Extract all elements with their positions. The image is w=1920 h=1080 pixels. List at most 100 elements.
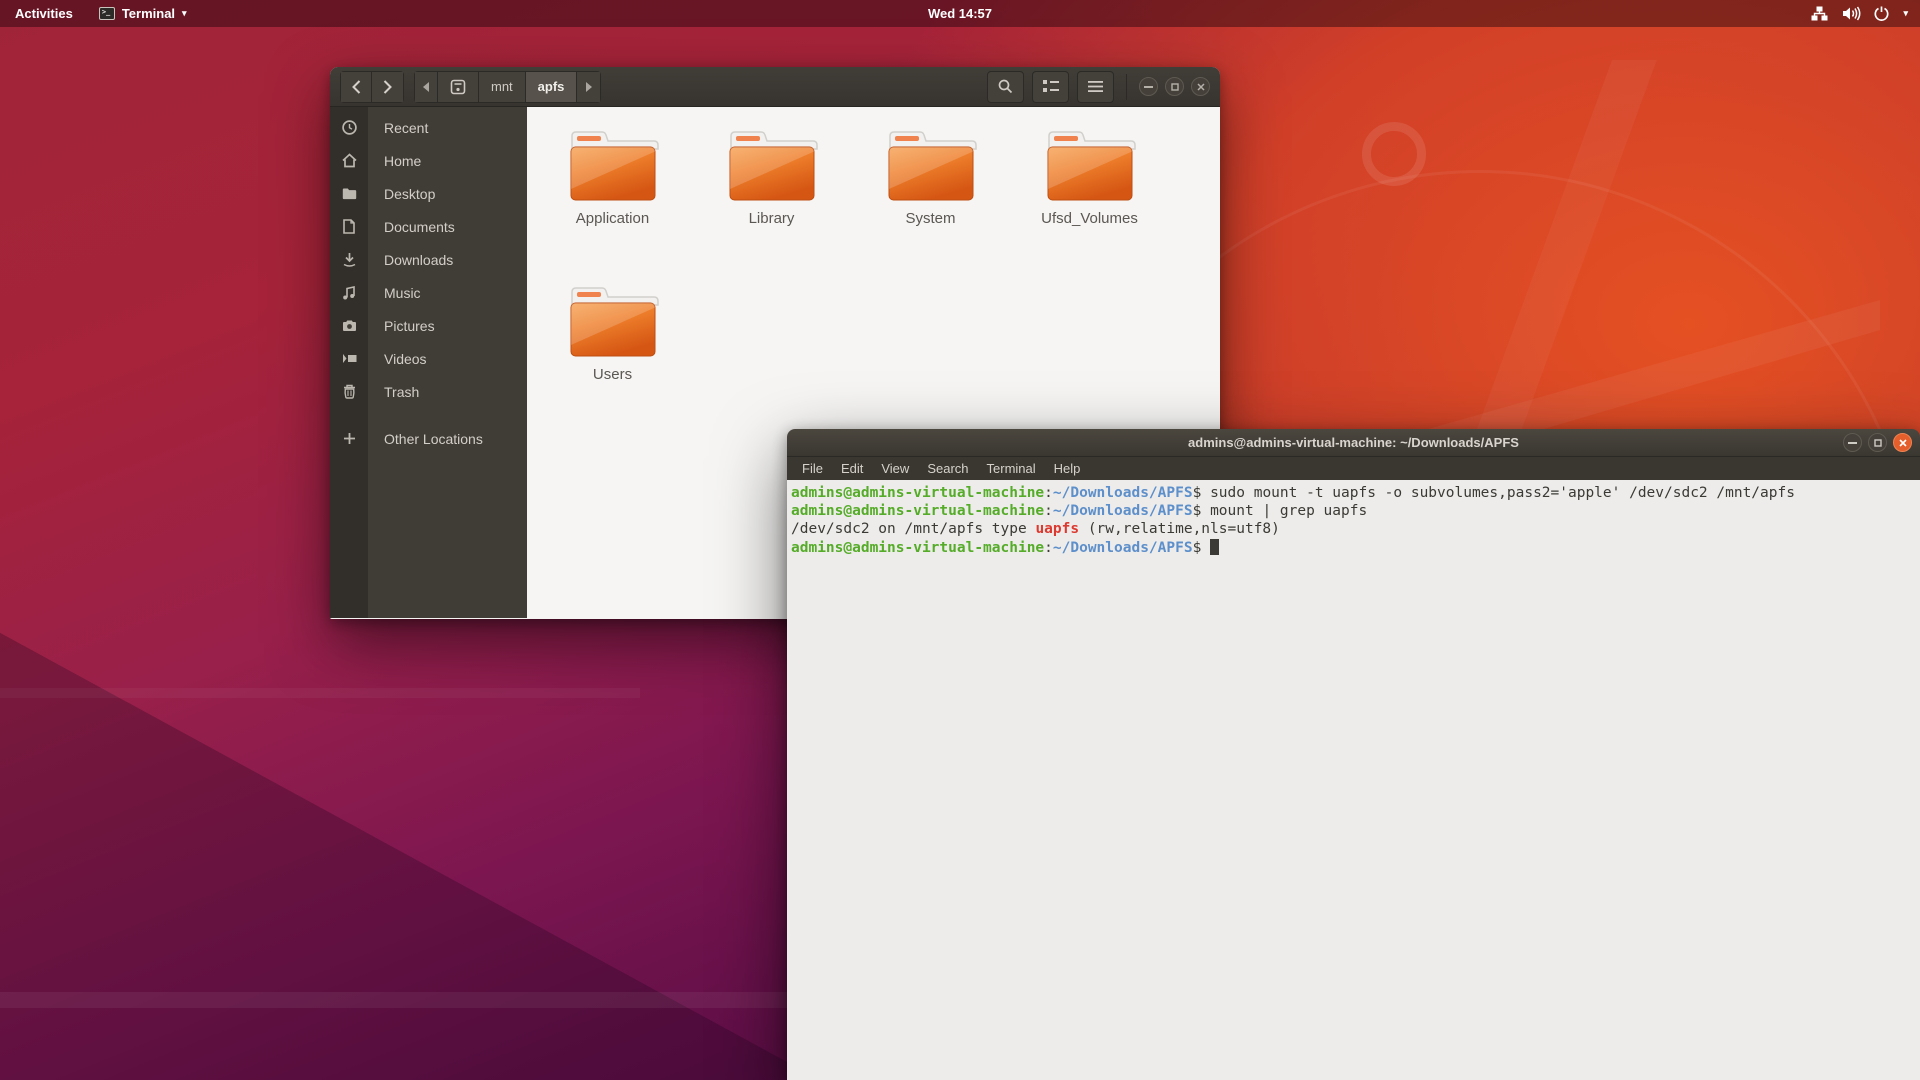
- path-segment-apfs[interactable]: apfs: [526, 71, 578, 103]
- sidebar-item-trash[interactable]: Trash: [330, 375, 527, 408]
- terminal-output[interactable]: admins@admins-virtual-machine:~/Download…: [787, 480, 1920, 1080]
- files-headerbar[interactable]: mnt apfs: [330, 67, 1220, 107]
- clock-icon: [330, 120, 368, 135]
- sidebar-item-label: Downloads: [368, 252, 453, 268]
- folder-icon: [1042, 127, 1138, 205]
- drive-harddisk-icon: [450, 79, 466, 95]
- terminal-title: admins@admins-virtual-machine: ~/Downloa…: [787, 435, 1920, 450]
- wallpaper-band: [0, 992, 800, 1008]
- terminal-menubar: File Edit View Search Terminal Help: [787, 457, 1920, 480]
- output-text: (rw,relatime,nls=utf8): [1079, 521, 1280, 537]
- prompt-dollar: $: [1193, 485, 1210, 501]
- sidebar-item-videos[interactable]: Videos: [330, 342, 527, 375]
- minimize-button[interactable]: [1843, 433, 1862, 452]
- minimize-button[interactable]: [1139, 77, 1158, 96]
- minimize-icon: [1848, 442, 1857, 444]
- terminal-line-2: admins@admins-virtual-machine:~/Download…: [791, 502, 1916, 520]
- top-bar: Activities >_ Terminal ▾ Wed 14:57 ▾: [0, 0, 1920, 27]
- network-icon: [1811, 6, 1828, 21]
- folder-icon: [724, 127, 820, 205]
- wallpaper-triangle: [0, 560, 820, 1080]
- path-segment-drive[interactable]: [438, 71, 479, 103]
- folder-item-library[interactable]: Library: [697, 127, 847, 273]
- sidebar-item-documents[interactable]: Documents: [330, 210, 527, 243]
- menu-view[interactable]: View: [872, 457, 918, 480]
- maximize-button[interactable]: [1868, 433, 1887, 452]
- sidebar-item-label: Documents: [368, 219, 455, 235]
- menu-help[interactable]: Help: [1045, 457, 1090, 480]
- menu-terminal[interactable]: Terminal: [978, 457, 1045, 480]
- menu-file[interactable]: File: [793, 457, 832, 480]
- triangle-left-icon: [423, 82, 429, 92]
- chevron-right-icon: [383, 80, 392, 94]
- folder-icon: [565, 127, 661, 205]
- folder-item-application[interactable]: Application: [538, 127, 688, 273]
- terminal-titlebar[interactable]: admins@admins-virtual-machine: ~/Downloa…: [787, 429, 1920, 457]
- folder-label: Ufsd_Volumes: [1041, 210, 1138, 227]
- terminal-line-4: admins@admins-virtual-machine:~/Download…: [791, 539, 1916, 557]
- terminal-line-3: /dev/sdc2 on /mnt/apfs type uapfs (rw,re…: [791, 520, 1916, 538]
- wallpaper-ring-small: [1362, 122, 1426, 186]
- prompt-dollar: $: [1193, 540, 1210, 556]
- sidebar-item-label: Pictures: [368, 318, 435, 334]
- close-button[interactable]: [1893, 433, 1912, 452]
- minimize-icon: [1144, 86, 1153, 88]
- sidebar-gap: [330, 408, 527, 422]
- sidebar-item-home[interactable]: Home: [330, 144, 527, 177]
- path-segment-mnt[interactable]: mnt: [479, 71, 526, 103]
- sidebar-item-desktop[interactable]: Desktop: [330, 177, 527, 210]
- sidebar-item-music[interactable]: Music: [330, 276, 527, 309]
- prompt-path: ~/Downloads/APFS: [1053, 503, 1193, 519]
- prompt-user-host: admins@admins-virtual-machine: [791, 503, 1044, 519]
- trash-icon: [330, 384, 368, 399]
- command-text: sudo mount -t uapfs -o subvolumes,pass2=…: [1210, 485, 1795, 501]
- sidebar-item-downloads[interactable]: Downloads: [330, 243, 527, 276]
- back-button[interactable]: [340, 71, 372, 103]
- close-icon: [1197, 83, 1205, 91]
- chevron-down-icon: ▾: [1903, 8, 1908, 19]
- folder-label: Users: [593, 366, 632, 383]
- volume-icon: [1842, 6, 1860, 21]
- prompt-colon: :: [1044, 503, 1053, 519]
- camera-icon: [330, 320, 368, 332]
- path-scroll-right-button[interactable]: [577, 71, 601, 103]
- sidebar-item-other-locations[interactable]: Other Locations: [330, 422, 527, 455]
- command-text: mount | grep uapfs: [1210, 503, 1367, 519]
- folder-item-system[interactable]: System: [856, 127, 1006, 273]
- files-sidebar: Recent Home Desktop Documents: [330, 107, 527, 618]
- hamburger-icon: [1088, 81, 1103, 92]
- clock[interactable]: Wed 14:57: [0, 6, 1920, 21]
- folder-icon: [330, 187, 368, 200]
- header-separator: [1126, 74, 1127, 100]
- folder-label: Library: [749, 210, 795, 227]
- maximize-icon: [1171, 83, 1179, 91]
- plus-icon: [330, 432, 368, 445]
- grep-match: uapfs: [1035, 521, 1079, 537]
- triangle-right-icon: [586, 82, 592, 92]
- menu-search[interactable]: Search: [918, 457, 977, 480]
- prompt-colon: :: [1044, 540, 1053, 556]
- sidebar-item-label: Videos: [368, 351, 427, 367]
- system-tray[interactable]: ▾: [1811, 0, 1908, 27]
- close-button[interactable]: [1191, 77, 1210, 96]
- path-scroll-left-button[interactable]: [414, 71, 438, 103]
- search-button[interactable]: [987, 71, 1024, 103]
- maximize-button[interactable]: [1165, 77, 1184, 96]
- folder-icon: [883, 127, 979, 205]
- folder-item-ufsd-volumes[interactable]: Ufsd_Volumes: [1015, 127, 1165, 273]
- prompt-user-host: admins@admins-virtual-machine: [791, 540, 1044, 556]
- prompt-path: ~/Downloads/APFS: [1053, 485, 1193, 501]
- path-segment-label: mnt: [491, 79, 513, 94]
- close-icon: [1899, 439, 1907, 447]
- menu-edit[interactable]: Edit: [832, 457, 872, 480]
- view-toggle-button[interactable]: [1032, 71, 1069, 103]
- terminal-cursor: [1210, 539, 1219, 555]
- prompt-path: ~/Downloads/APFS: [1053, 540, 1193, 556]
- folder-item-users[interactable]: Users: [538, 283, 688, 429]
- music-note-icon: [330, 286, 368, 300]
- menu-button[interactable]: [1077, 71, 1114, 103]
- search-icon: [998, 79, 1013, 94]
- sidebar-item-pictures[interactable]: Pictures: [330, 309, 527, 342]
- forward-button[interactable]: [372, 71, 404, 103]
- sidebar-item-recent[interactable]: Recent: [330, 111, 527, 144]
